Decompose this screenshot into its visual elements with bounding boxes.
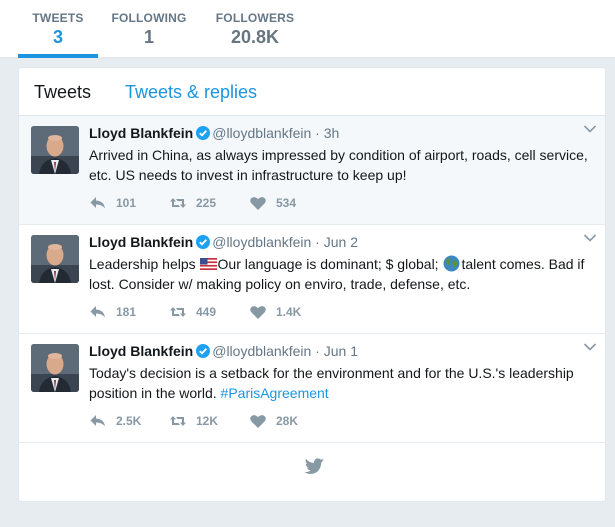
verified-badge-icon [196, 235, 211, 249]
reply-count: 101 [116, 196, 137, 210]
globe-emoji-icon [443, 255, 460, 272]
separator-dot: · [315, 343, 320, 359]
chevron-down-icon[interactable] [583, 342, 597, 352]
chevron-down-icon[interactable] [583, 233, 597, 243]
reply-button[interactable]: 181 [89, 304, 136, 320]
avatar[interactable] [31, 235, 79, 283]
author-name[interactable]: Lloyd Blankfein [89, 234, 193, 250]
retweet-count: 12K [196, 414, 219, 428]
separator-dot: · [315, 125, 320, 141]
reply-button[interactable]: 2.5K [89, 413, 141, 429]
timeline-tabs: Tweets Tweets & replies [19, 68, 605, 116]
stat-following[interactable]: FOLLOWING 1 [108, 0, 190, 58]
reply-icon [90, 306, 105, 318]
like-count: 28K [276, 414, 299, 428]
heart-icon [250, 415, 266, 428]
stat-followers[interactable]: FOLLOWERS 20.8K [208, 0, 302, 58]
tab-tweets[interactable]: Tweets [34, 82, 91, 103]
author-handle[interactable]: @lloydblankfein [212, 125, 311, 141]
tweet-text-part: Our language is dominant; $ global; [217, 256, 443, 272]
chevron-down-icon[interactable] [583, 124, 597, 134]
stat-following-label: FOLLOWING [111, 11, 187, 25]
tweet-timestamp[interactable]: Jun 1 [324, 343, 358, 359]
tweet-header: Lloyd Blankfein @lloydblankfein · 3h [89, 125, 339, 141]
tweet-header: Lloyd Blankfein @lloydblankfein · Jun 1 [89, 343, 358, 359]
retweet-icon [170, 198, 186, 208]
like-button[interactable]: 28K [249, 413, 298, 429]
timeline-card: Tweets Tweets & replies Lloyd Blankfein @… [18, 67, 606, 502]
stat-following-value: 1 [143, 27, 154, 47]
retweet-count: 449 [196, 305, 217, 319]
retweet-icon [170, 416, 186, 426]
tweet-text: Arrived in China, as always impressed by… [89, 147, 588, 183]
tweet[interactable]: Lloyd Blankfein @lloydblankfein · Jun 1 T… [19, 334, 605, 443]
tweet-timestamp[interactable]: Jun 2 [324, 234, 358, 250]
tweet-text-part: Leadership helps [89, 256, 200, 272]
retweet-button[interactable]: 225 [169, 195, 216, 211]
stat-tweets[interactable]: TWEETS 3 [18, 0, 98, 58]
active-tab-underline [18, 54, 98, 58]
us-flag-emoji-icon [199, 258, 217, 270]
separator-dot: · [315, 234, 320, 250]
stat-followers-value: 20.8K [230, 27, 280, 47]
author-handle[interactable]: @lloydblankfein [212, 343, 311, 359]
stat-followers-label: FOLLOWERS [215, 11, 295, 25]
heart-icon [250, 306, 266, 319]
author-handle[interactable]: @lloydblankfein [212, 234, 311, 250]
verified-badge-icon [196, 344, 211, 358]
retweet-button[interactable]: 12K [169, 413, 218, 429]
avatar[interactable] [31, 344, 79, 392]
like-count: 534 [276, 196, 297, 210]
reply-count: 181 [116, 305, 137, 319]
tweet-header: Lloyd Blankfein @lloydblankfein · Jun 2 [89, 234, 358, 250]
author-name[interactable]: Lloyd Blankfein [89, 343, 193, 359]
avatar[interactable] [31, 126, 79, 174]
reply-icon [90, 197, 105, 209]
tweet-text: Today's decision is a setback for the en… [89, 363, 589, 403]
stat-tweets-value: 3 [52, 27, 63, 47]
tweet[interactable]: Lloyd Blankfein @lloydblankfein · 3h Arri… [19, 116, 605, 225]
retweet-button[interactable]: 449 [169, 304, 216, 320]
like-count: 1.4K [276, 305, 302, 319]
profile-stats-bar: TWEETS 3 FOLLOWING 1 FOLLOWERS 20.8K [0, 0, 615, 58]
reply-button[interactable]: 101 [89, 195, 136, 211]
verified-badge-icon [196, 126, 211, 140]
retweet-icon [170, 307, 186, 317]
tab-tweets-and-replies[interactable]: Tweets & replies [125, 82, 257, 103]
reply-icon [90, 415, 105, 427]
twitter-bird-icon [304, 458, 324, 474]
tweet-text-part: Today's decision is a setback for the en… [89, 365, 574, 401]
like-button[interactable]: 534 [249, 195, 296, 211]
reply-count: 2.5K [116, 414, 142, 428]
tweet-timestamp[interactable]: 3h [324, 125, 340, 141]
tweet[interactable]: Lloyd Blankfein @lloydblankfein · Jun 2 L… [19, 225, 605, 334]
retweet-count: 225 [196, 196, 217, 210]
heart-icon [250, 197, 266, 210]
stat-tweets-label: TWEETS [32, 11, 84, 25]
author-name[interactable]: Lloyd Blankfein [89, 125, 193, 141]
hashtag-link[interactable]: #ParisAgreement [221, 385, 329, 401]
like-button[interactable]: 1.4K [249, 304, 301, 320]
tweet-text: Leadership helps Our language is dominan… [89, 254, 589, 294]
